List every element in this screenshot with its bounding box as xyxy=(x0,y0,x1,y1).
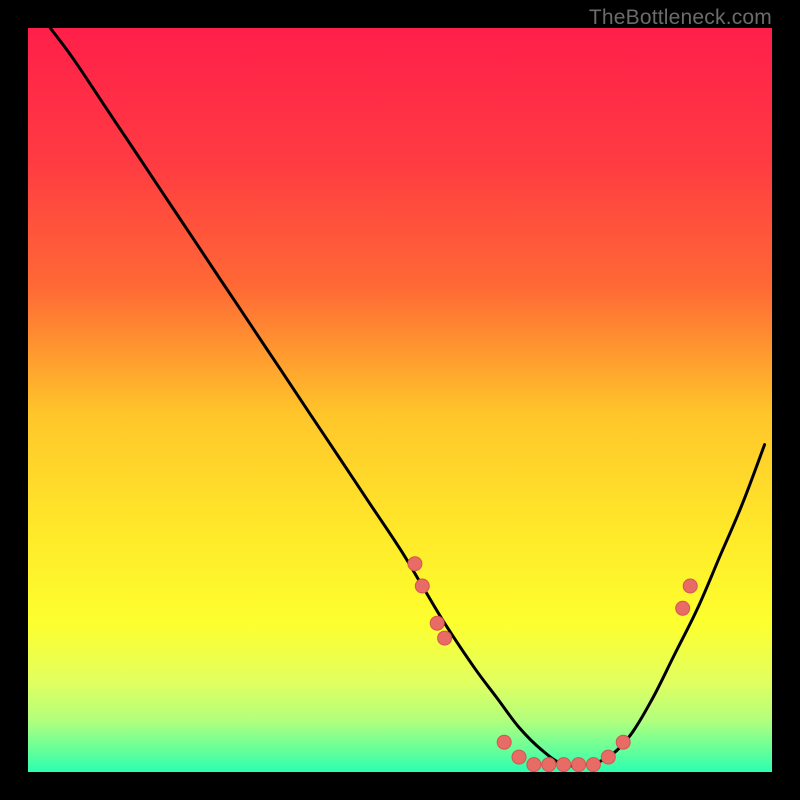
watermark-text: TheBottleneck.com xyxy=(589,6,772,30)
marker-dot xyxy=(683,579,697,593)
chart-frame: TheBottleneck.com xyxy=(0,0,800,800)
marker-dot xyxy=(408,557,422,571)
marker-dot xyxy=(601,750,615,764)
marker-dot xyxy=(572,758,586,772)
marker-dot xyxy=(527,758,541,772)
marker-dot xyxy=(616,735,630,749)
marker-dot xyxy=(586,758,600,772)
marker-dot xyxy=(676,601,690,615)
marker-dot xyxy=(512,750,526,764)
marker-dot xyxy=(542,758,556,772)
marker-dot xyxy=(430,616,444,630)
marker-dot xyxy=(557,758,571,772)
gradient-background xyxy=(28,28,772,772)
chart-svg xyxy=(28,28,772,772)
chart-plot-area xyxy=(28,28,772,772)
marker-dot xyxy=(438,631,452,645)
marker-dot xyxy=(415,579,429,593)
marker-dot xyxy=(497,735,511,749)
